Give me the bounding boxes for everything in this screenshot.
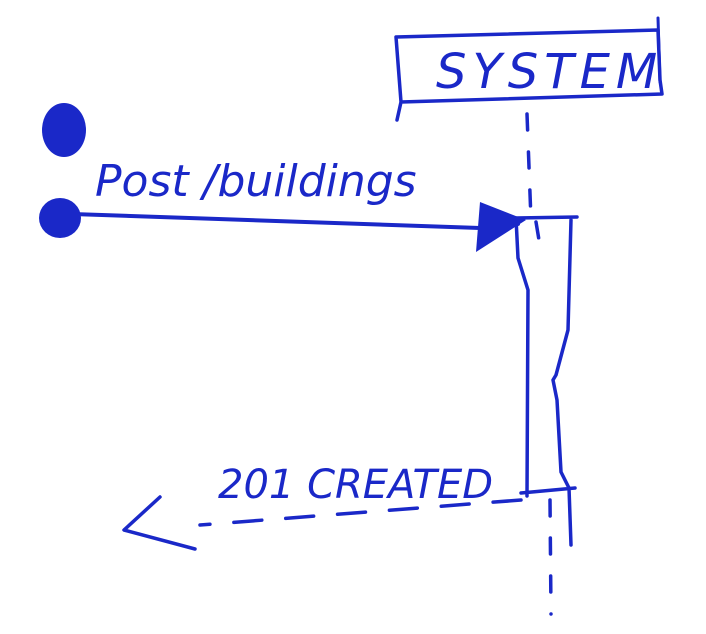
sequence-diagram: SYSTEM Post /buildings 201 CREATED	[39, 16, 664, 616]
message-response: 201 CREATED	[122, 462, 523, 551]
actor-dot-icon	[39, 198, 81, 238]
message-request: Post /buildings	[70, 156, 526, 252]
actor	[39, 103, 86, 238]
request-label: Post /buildings	[95, 156, 417, 207]
activation-bar	[514, 215, 579, 547]
response-arrowhead-icon	[122, 495, 197, 551]
lifeline	[525, 112, 553, 616]
actor-head-icon	[42, 103, 86, 157]
response-label: 201 CREATED	[218, 462, 493, 508]
request-arrow-line	[70, 212, 520, 230]
participant-label: SYSTEM	[436, 44, 663, 100]
participant-system: SYSTEM	[394, 16, 664, 122]
